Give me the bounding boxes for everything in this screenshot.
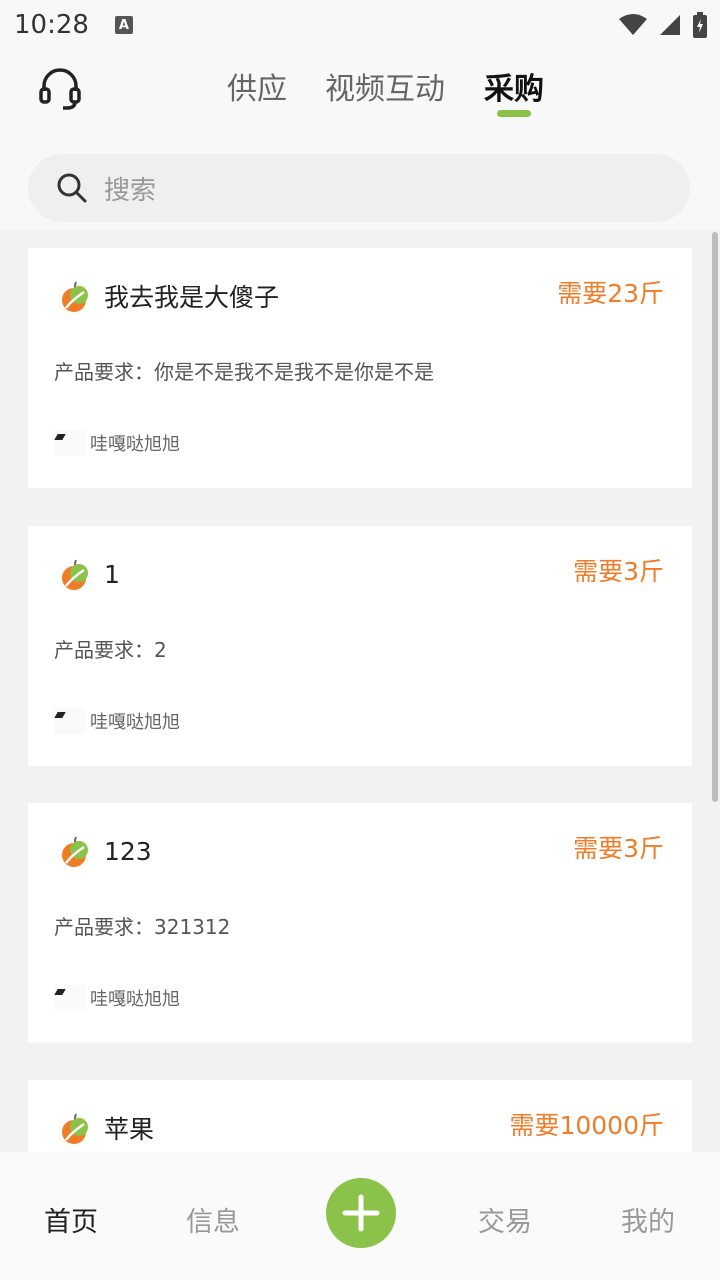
status-time: 10:28 [14,10,89,40]
card-requirement: 产品要求：你是不是我不是我不是你是不是 [54,360,434,384]
purchase-card[interactable]: 我去我是大傻子 需要23斤 产品要求：你是不是我不是我不是你是不是 哇嘎哒旭旭 [28,248,692,488]
card-header: 苹果 [58,1110,154,1146]
card-requirement: 产品要求：321312 [54,915,231,939]
card-header: 我去我是大傻子 [58,278,279,314]
status-bar: 10:28 A [0,0,720,50]
card-quantity: 需要23斤 [557,279,664,308]
card-title: 苹果 [104,1115,155,1144]
avatar [54,430,86,456]
user-name: 哇嘎哒旭旭 [90,712,180,733]
card-quantity: 需要10000斤 [509,1111,664,1140]
search-section: 搜索 [0,134,720,230]
card-header: 1 [58,556,120,592]
headset-icon [39,68,81,110]
top-header: 供应 视频互动 采购 [0,50,720,134]
card-user: 哇嘎哒旭旭 [54,985,180,1011]
card-quantity: 需要3斤 [573,834,664,863]
search-placeholder: 搜索 [104,175,157,206]
tab-video-interaction[interactable]: 视频互动 [325,64,445,108]
card-title: 1 [104,559,120,589]
purchase-card[interactable]: 1 需要3斤 产品要求：2 哇嘎哒旭旭 [28,526,692,766]
tab-purchase[interactable]: 采购 [484,64,544,108]
user-name: 哇嘎哒旭旭 [90,989,180,1010]
purchase-card[interactable]: 苹果 需要10000斤 [28,1080,692,1152]
purchase-card[interactable]: 123 需要3斤 产品要求：321312 哇嘎哒旭旭 [28,803,692,1043]
avatar [54,985,86,1011]
fruit-logo-icon [62,836,88,867]
user-name: 哇嘎哒旭旭 [90,434,180,455]
wifi-icon [619,14,647,35]
bottom-nav: 首页 信息 交易 我的 [0,1152,720,1280]
nav-home[interactable]: 首页 [44,1200,98,1239]
notification-icon: A [114,16,133,34]
add-button[interactable] [326,1178,396,1248]
status-icons [618,12,708,38]
card-user: 哇嘎哒旭旭 [54,708,180,734]
card-requirement: 产品要求：2 [54,638,167,662]
tab-supply[interactable]: 供应 [227,64,287,108]
card-title: 我去我是大傻子 [104,283,280,312]
card-title: 123 [104,836,152,866]
customer-service-button[interactable] [34,62,86,114]
plus-icon [342,1194,380,1232]
signal-icon [660,15,680,35]
purchase-list[interactable]: 我去我是大傻子 需要23斤 产品要求：你是不是我不是我不是你是不是 哇嘎哒旭旭 … [0,230,720,1152]
search-icon [57,173,87,203]
nav-mine[interactable]: 我的 [621,1200,675,1239]
fruit-logo-icon [62,1113,88,1144]
card-header: 123 [58,833,152,869]
scrollbar[interactable] [712,232,718,802]
nav-messages[interactable]: 信息 [186,1200,240,1239]
search-input[interactable]: 搜索 [28,154,690,222]
avatar [54,708,86,734]
nav-trade[interactable]: 交易 [478,1200,532,1239]
card-user: 哇嘎哒旭旭 [54,430,180,456]
card-quantity: 需要3斤 [573,557,664,586]
fruit-logo-icon [62,559,88,590]
active-tab-indicator [497,110,531,117]
battery-icon [693,12,707,38]
fruit-logo-icon [62,281,88,312]
